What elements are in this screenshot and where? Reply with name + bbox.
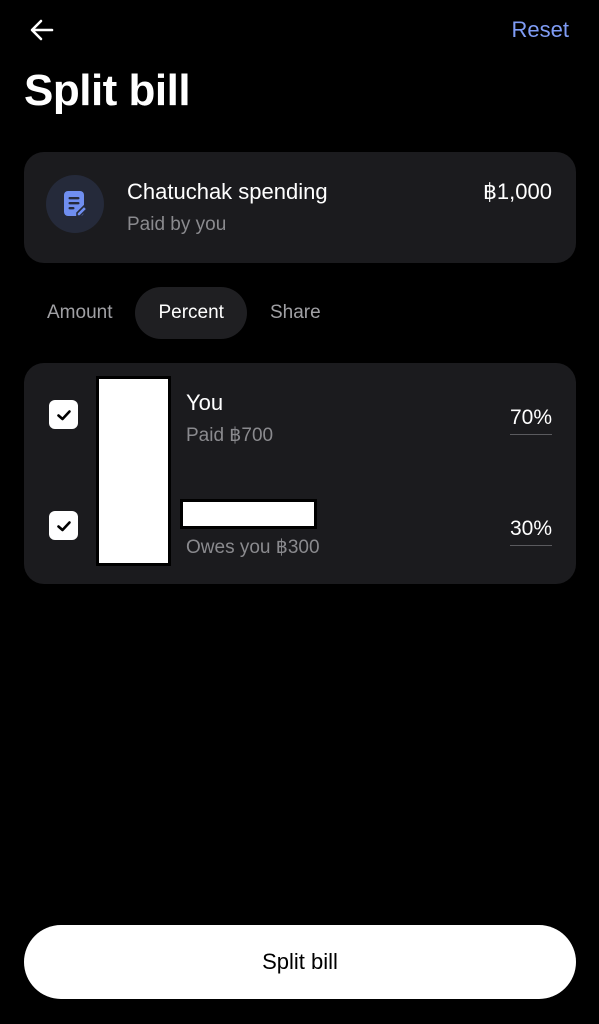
participants-list: You Paid ฿700 70% Owes you ฿300 30%: [24, 363, 576, 584]
back-button[interactable]: [26, 14, 58, 46]
reset-button[interactable]: Reset: [512, 17, 569, 43]
bill-icon-container: [46, 175, 104, 233]
page-title: Split bill: [24, 66, 191, 115]
avatar: [96, 376, 171, 566]
receipt-icon: [64, 191, 88, 217]
participant-status: Owes you ฿300: [186, 537, 320, 558]
participant-status: Paid ฿700: [186, 425, 274, 446]
percent-input-friend[interactable]: 30%: [509, 517, 552, 546]
percent-input-you[interactable]: 70%: [509, 406, 552, 435]
bill-amount: ฿1,000: [482, 179, 552, 204]
bill-payer: Paid by you: [127, 214, 227, 235]
tab-share[interactable]: Share: [247, 287, 344, 339]
bill-name: Chatuchak spending: [127, 179, 328, 204]
participant-name-redacted: [180, 499, 317, 529]
bill-summary-card: Chatuchak spending Paid by you ฿1,000: [24, 152, 576, 263]
check-icon: [56, 520, 71, 531]
tab-amount[interactable]: Amount: [24, 287, 135, 339]
participant-checkbox-friend[interactable]: [49, 511, 78, 540]
participant-checkbox-you[interactable]: [49, 400, 78, 429]
tab-percent[interactable]: Percent: [135, 287, 247, 339]
participant-name: You: [186, 390, 224, 415]
arrow-left-icon: [30, 19, 54, 41]
split-mode-tabs: Amount Percent Share: [24, 287, 344, 339]
split-bill-button[interactable]: Split bill: [24, 925, 576, 999]
check-icon: [56, 409, 71, 420]
